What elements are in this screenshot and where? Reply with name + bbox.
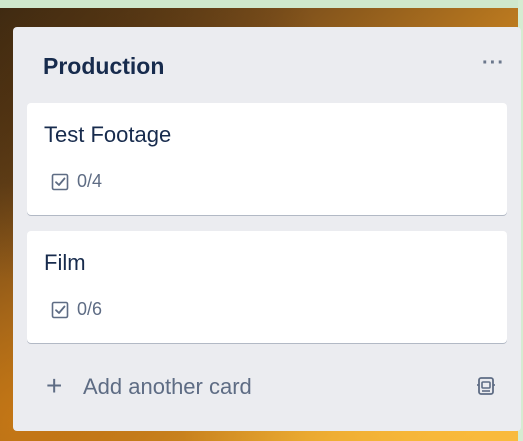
card-template-button[interactable] [473, 373, 499, 399]
add-another-card-button[interactable]: + Add another card [27, 361, 507, 411]
board-background-top-edge [0, 0, 523, 8]
card-title: Film [44, 250, 86, 275]
list-production: Production ··· Test Footage 0/4 Film 0/6… [13, 27, 521, 431]
checklist-count: 0/6 [77, 299, 103, 319]
card-title: Test Footage [44, 122, 172, 147]
checklist-icon [51, 173, 69, 190]
checklist-badge: 0/6 [51, 299, 102, 320]
checklist-count: 0/4 [77, 171, 103, 191]
plus-icon: + [46, 370, 63, 401]
checklist-icon [51, 301, 69, 318]
list-menu-button[interactable]: ··· [482, 53, 505, 73]
add-card-label: Add another card [83, 374, 252, 399]
card-test-footage[interactable]: Test Footage 0/4 [27, 103, 507, 215]
card-template-icon [477, 377, 495, 395]
list-title[interactable]: Production [43, 53, 164, 80]
card-film[interactable]: Film 0/6 [27, 231, 507, 343]
list-header[interactable]: Production ··· [13, 27, 521, 103]
checklist-badge: 0/4 [51, 171, 102, 192]
